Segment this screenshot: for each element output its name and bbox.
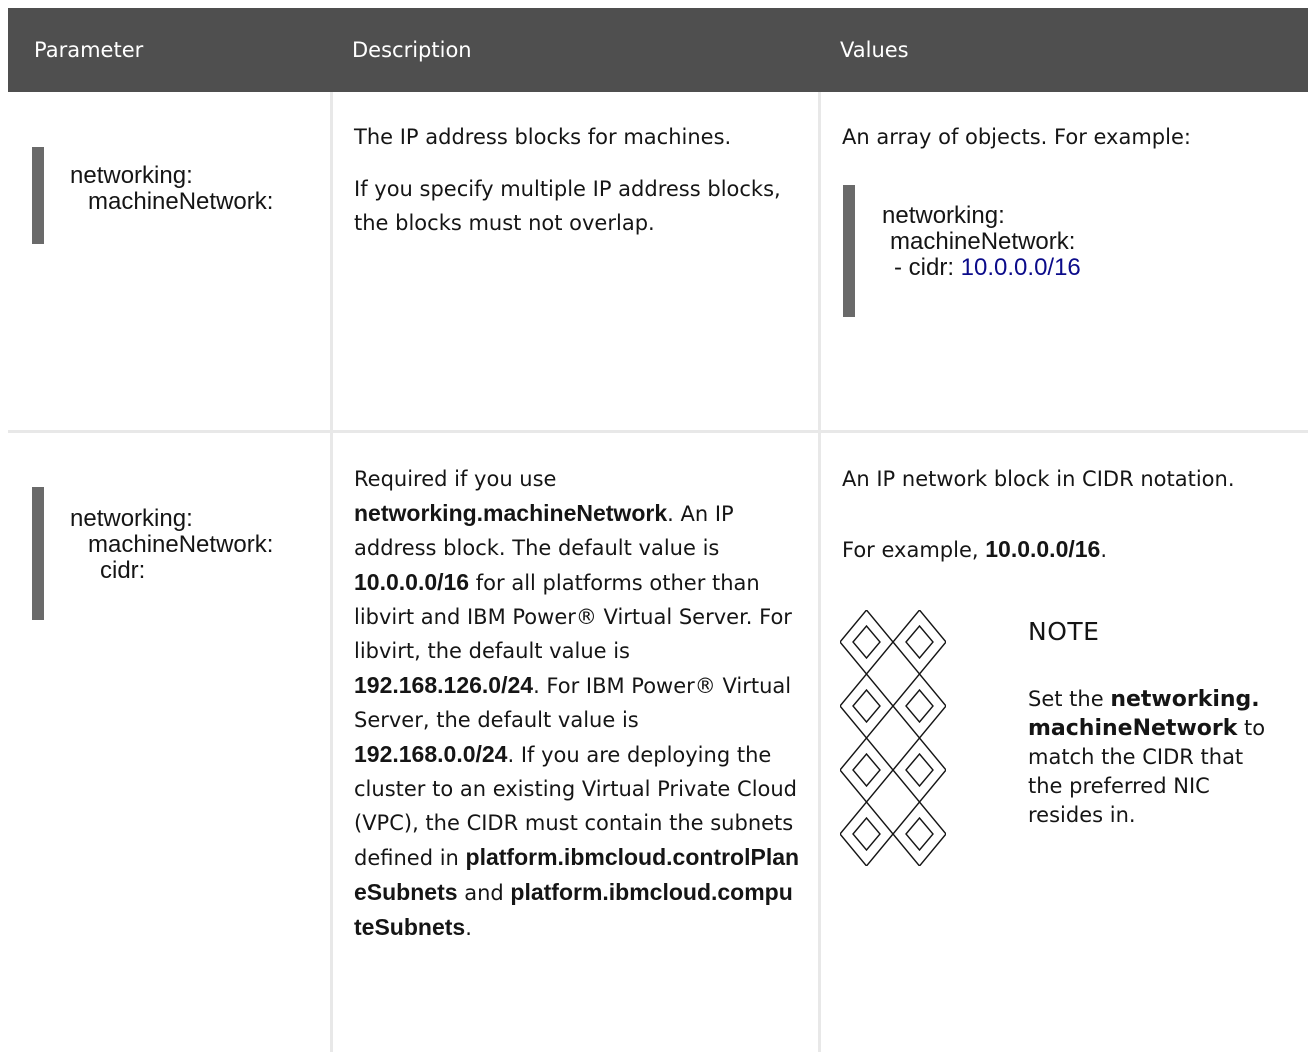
code-block-bar	[32, 487, 44, 620]
description-text: The IP address blocks for machines.	[354, 125, 732, 149]
header-description: Description	[352, 38, 472, 62]
header-parameter: Parameter	[34, 38, 144, 62]
description-cell: Required if you use networking.machineNe…	[354, 462, 800, 945]
code-line: machineNetwork:	[88, 531, 274, 558]
code-line: networking:	[70, 162, 193, 189]
code-block-bar	[843, 185, 855, 317]
column-divider	[330, 92, 333, 1052]
code-line: machineNetwork:	[890, 228, 1076, 255]
description-cell: The IP address blocks for machines. If y…	[354, 120, 794, 240]
description-text: If you specify multiple IP address block…	[354, 177, 781, 235]
note-title: NOTE	[1028, 617, 1100, 646]
parameter-code: networking: machineNetwork: cidr:	[70, 506, 273, 584]
code-line: cidr:	[100, 557, 146, 584]
values-intro: An IP network block in CIDR notation.	[842, 467, 1235, 491]
note-text: Set the networking.machineNetwork to mat…	[1028, 687, 1266, 827]
values-example: For example, 10.0.0.0/16.	[842, 536, 1108, 562]
code-line: networking:	[70, 505, 193, 532]
code-line: machineNetwork:	[88, 188, 274, 215]
code-block-bar	[32, 147, 44, 244]
example-code: networking: machineNetwork: - cidr: 10.0…	[882, 203, 1081, 281]
note-pattern-icon	[840, 610, 946, 866]
column-divider	[818, 92, 821, 1052]
table-header: Parameter Description Values	[8, 8, 1308, 92]
parameter-table: Parameter Description Values networking:…	[0, 0, 1308, 1052]
code-line: networking:	[882, 202, 1005, 229]
cidr-value: 10.0.0.0/16	[960, 254, 1081, 281]
parameter-code: networking: machineNetwork:	[70, 163, 273, 215]
header-values: Values	[840, 38, 909, 62]
code-line: - cidr: 10.0.0.0/16	[894, 254, 1081, 281]
row-divider	[8, 430, 1308, 433]
values-intro: An array of objects. For example:	[842, 125, 1191, 149]
description-text: Required if you use networking.machineNe…	[354, 467, 800, 940]
